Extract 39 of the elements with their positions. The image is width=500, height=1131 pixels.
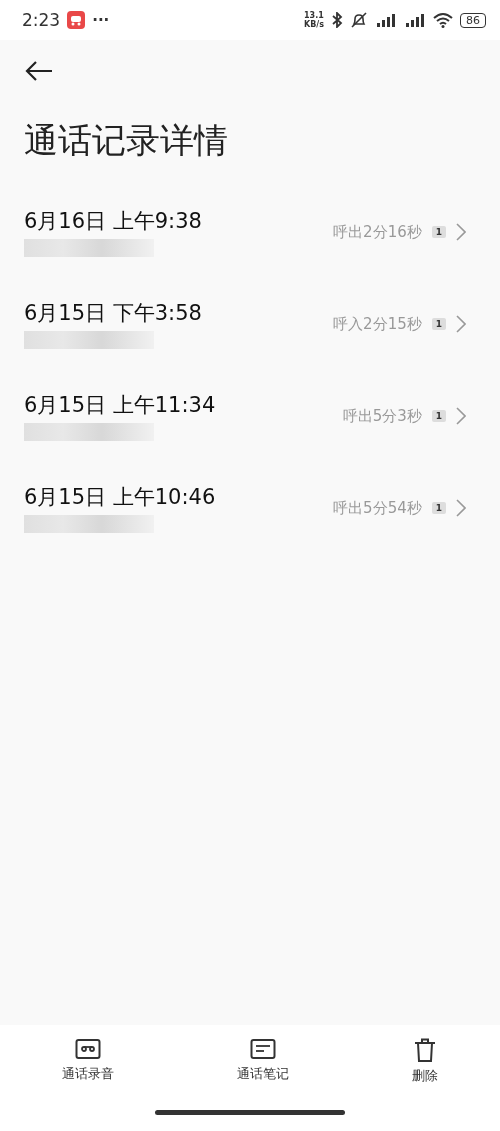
sim-badge: 1: [431, 226, 446, 238]
back-arrow-icon[interactable]: [24, 60, 54, 82]
home-indicator[interactable]: [155, 1109, 345, 1115]
sim-badge: 1: [431, 502, 446, 514]
sim-badge: 1: [431, 318, 446, 330]
call-summary: 呼出2分16秒: [333, 222, 422, 242]
call-datetime: 6月15日 上午11:34: [24, 392, 216, 419]
cassette-icon: [74, 1037, 101, 1061]
wifi-icon: [433, 12, 453, 28]
action-button[interactable]: 通话录音: [49, 1037, 126, 1085]
page-title: 通话记录详情: [24, 119, 229, 162]
call-record-row[interactable]: 6月15日 上午11:34 呼出5分3秒 1: [0, 382, 500, 450]
call-summary: 呼入2分15秒: [333, 314, 422, 334]
call-record-row[interactable]: 6月15日 下午3:58 呼入2分15秒 1: [0, 290, 500, 358]
chevron-right-icon: [456, 499, 466, 517]
call-record-row[interactable]: 6月16日 上午9:38 呼出2分16秒 1: [0, 198, 500, 266]
chevron-right-icon: [456, 315, 466, 333]
signal-icon: [404, 12, 426, 28]
call-summary: 呼出5分54秒: [333, 498, 422, 518]
clock: 2:23: [22, 10, 61, 30]
battery-indicator: 86: [460, 12, 486, 28]
action-button[interactable]: 删除: [400, 1037, 451, 1085]
network-speed-unit: KB/s: [304, 20, 324, 29]
chevron-right-icon: [456, 407, 466, 425]
note-icon: [250, 1037, 276, 1061]
bluetooth-icon: [331, 12, 343, 28]
action-button[interactable]: 通话笔记: [225, 1037, 301, 1085]
call-datetime: 6月16日 上午9:38: [24, 208, 202, 235]
chevron-right-icon: [456, 223, 466, 241]
muted-bell-icon: [350, 12, 368, 28]
call-record-row[interactable]: 6月15日 上午10:46 呼出5分54秒 1: [0, 474, 500, 542]
signal-icon: [375, 12, 397, 28]
call-summary: 呼出5分3秒: [342, 406, 422, 426]
app-icon: [67, 11, 86, 29]
more-indicator: ···: [92, 11, 110, 29]
call-datetime: 6月15日 上午10:46: [24, 484, 216, 511]
call-datetime: 6月15日 下午3:58: [24, 300, 202, 327]
network-speed-value: 13.1: [304, 11, 324, 20]
sim-badge: 1: [431, 410, 446, 422]
